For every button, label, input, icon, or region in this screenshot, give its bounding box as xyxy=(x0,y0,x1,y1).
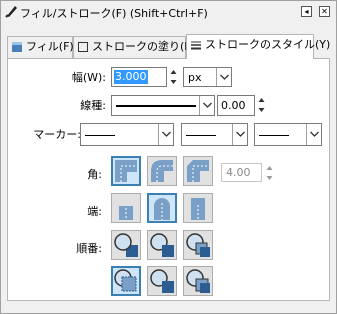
paint-order-icon xyxy=(150,233,174,257)
dock-button[interactable]: ◂ xyxy=(301,6,312,17)
miter-join-button[interactable] xyxy=(111,156,141,186)
spin-down-icon[interactable] xyxy=(257,105,266,115)
close-button[interactable]: ✕ xyxy=(319,6,330,17)
start-marker-select[interactable] xyxy=(80,123,174,146)
dash-offset-value: 0.00 xyxy=(221,99,246,112)
markers-label: マーカー: xyxy=(33,128,81,141)
order-fill-markers-stroke-button[interactable] xyxy=(111,266,141,296)
spin-up-icon[interactable] xyxy=(257,95,266,105)
stroke-style-icon xyxy=(191,41,201,50)
miter-limit-input[interactable]: 4.00 xyxy=(221,163,262,182)
dash-pattern-select[interactable] xyxy=(111,95,215,116)
stroke-style-content: 幅(W): 3.000 px 線種: 0.00 マーカー: 角: 4.00 端:… xyxy=(7,58,330,301)
miter-limit-spinner[interactable] xyxy=(265,163,274,183)
bevel-join-icon xyxy=(187,160,209,182)
butt-cap-button[interactable] xyxy=(111,193,141,223)
width-value: 3.000 xyxy=(114,70,148,84)
dash-offset-input[interactable]: 0.00 xyxy=(217,95,255,116)
square-cap-button[interactable] xyxy=(183,193,213,223)
no-marker-preview xyxy=(259,135,289,136)
paint-order-icon xyxy=(186,269,210,293)
stroke-paint-icon xyxy=(78,42,88,52)
chevron-down-icon xyxy=(162,131,171,137)
round-join-icon xyxy=(151,160,173,182)
mid-marker-select[interactable] xyxy=(181,123,248,146)
tab-fill[interactable]: フィル(F) xyxy=(7,36,74,58)
no-marker-preview xyxy=(186,135,216,136)
brush-icon xyxy=(5,6,17,18)
panel-titlebar: フィル/ストローク(F) (Shift+Ctrl+F) ◂ ✕ xyxy=(1,1,336,23)
bevel-join-button[interactable] xyxy=(183,156,213,186)
width-unit-value: px xyxy=(188,71,202,84)
width-input[interactable]: 3.000 xyxy=(111,67,167,87)
tab-stroke-paint-label: ストロークの塗り(P) xyxy=(92,40,196,53)
paint-order-icon xyxy=(150,269,174,293)
width-unit-select[interactable]: px xyxy=(183,67,232,87)
panel-title: フィル/ストローク(F) (Shift+Ctrl+F) xyxy=(20,7,208,20)
square-cap-icon xyxy=(191,198,205,220)
fill-stroke-panel: フィル/ストローク(F) (Shift+Ctrl+F) ◂ ✕ フィル(F) ス… xyxy=(0,0,337,314)
round-join-button[interactable] xyxy=(147,156,177,186)
spin-up-icon[interactable] xyxy=(169,67,178,77)
order-label: 順番: xyxy=(76,242,102,255)
miter-join-icon xyxy=(115,160,137,182)
dash-offset-spinner[interactable] xyxy=(257,95,266,115)
fill-icon xyxy=(12,42,22,52)
butt-cap-icon xyxy=(119,206,133,220)
paint-order-icon xyxy=(114,269,137,292)
chevron-down-icon xyxy=(236,131,245,137)
dash-label: 線種: xyxy=(80,99,106,112)
spin-down-icon[interactable] xyxy=(265,173,274,183)
tab-fill-label: フィル(F) xyxy=(26,40,74,53)
paint-order-icon xyxy=(186,233,210,257)
order-stroke-markers-fill-button[interactable] xyxy=(147,266,177,296)
chevron-down-icon xyxy=(220,74,229,80)
tab-bar: フィル(F) ストロークの塗り(P) ストロークのスタイル(Y) xyxy=(7,34,330,59)
solid-line-preview xyxy=(116,105,196,107)
order-fill-stroke-markers-button[interactable] xyxy=(111,230,141,260)
spin-up-icon[interactable] xyxy=(265,163,274,173)
round-cap-button[interactable] xyxy=(147,193,177,223)
end-marker-select[interactable] xyxy=(254,123,322,146)
round-cap-icon xyxy=(154,198,170,220)
order-stroke-fill-markers-button[interactable] xyxy=(147,230,177,260)
width-label: 幅(W): xyxy=(71,71,106,84)
width-spinner[interactable] xyxy=(169,67,178,87)
chevron-down-icon xyxy=(203,102,212,108)
join-label: 角: xyxy=(87,168,102,181)
tab-stroke-paint[interactable]: ストロークの塗り(P) xyxy=(73,36,195,58)
order-markers-fill-stroke-button[interactable] xyxy=(183,230,213,260)
order-markers-stroke-fill-button[interactable] xyxy=(183,266,213,296)
tab-stroke-style[interactable]: ストロークのスタイル(Y) xyxy=(186,34,330,59)
cap-label: 端: xyxy=(87,205,102,218)
spin-down-icon[interactable] xyxy=(169,77,178,87)
chevron-down-icon xyxy=(310,131,319,137)
paint-order-icon xyxy=(114,233,138,257)
no-marker-preview xyxy=(85,135,115,136)
tab-stroke-style-label: ストロークのスタイル(Y) xyxy=(205,38,331,51)
miter-limit-value: 4.00 xyxy=(226,166,251,179)
